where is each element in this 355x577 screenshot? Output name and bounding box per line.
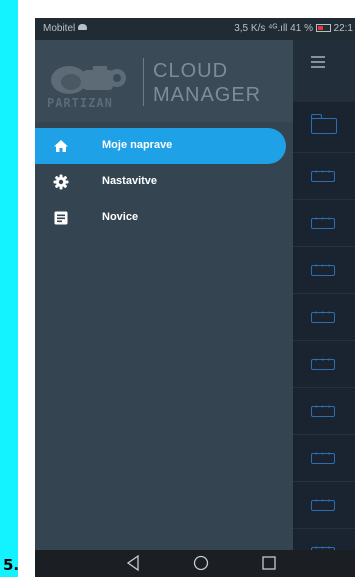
navigation-drawer: PARTIZAN CLOUD MANAGER Moje naprave Nast… bbox=[35, 40, 293, 550]
background-toolbar bbox=[293, 40, 355, 102]
device-icon bbox=[311, 169, 335, 182]
battery-icon bbox=[315, 24, 331, 32]
list-item[interactable] bbox=[293, 106, 355, 153]
device-icon bbox=[311, 310, 335, 323]
list-item[interactable] bbox=[293, 200, 355, 247]
android-nav-bar bbox=[35, 550, 355, 577]
device-icon bbox=[311, 451, 335, 464]
list-item[interactable] bbox=[293, 482, 355, 529]
camera-logo-icon bbox=[51, 66, 126, 94]
status-network-battery: 3,5 K/s ⁴ᴳ.ıll 41 % bbox=[234, 23, 313, 34]
list-item[interactable] bbox=[293, 247, 355, 294]
list-item[interactable] bbox=[293, 341, 355, 388]
step-number-label: 5. bbox=[3, 556, 20, 574]
menu-item-novice[interactable]: Novice bbox=[35, 200, 293, 236]
background-device-list bbox=[293, 106, 355, 576]
device-icon bbox=[311, 498, 335, 511]
list-item[interactable] bbox=[293, 435, 355, 482]
logo-divider bbox=[143, 58, 144, 106]
home-circle-icon[interactable] bbox=[191, 554, 211, 572]
device-icon bbox=[311, 404, 335, 417]
cloud-icon bbox=[78, 24, 88, 30]
status-time: 22:1 bbox=[333, 23, 353, 34]
device-icon bbox=[311, 263, 335, 276]
brand-title-line2: MANAGER bbox=[153, 84, 262, 106]
background-app bbox=[293, 40, 355, 576]
hamburger-menu-icon[interactable] bbox=[311, 56, 325, 71]
menu-item-label: Novice bbox=[102, 211, 139, 223]
logo-wordmark: PARTIZAN bbox=[47, 96, 113, 110]
menu-item-label: Moje naprave bbox=[102, 139, 173, 151]
menu-item-moje-naprave[interactable]: Moje naprave bbox=[35, 128, 286, 164]
partizan-logo: PARTIZAN bbox=[45, 58, 137, 114]
menu-item-nastavitve[interactable]: Nastavitve bbox=[35, 164, 293, 200]
folder-icon bbox=[311, 114, 337, 134]
list-item[interactable] bbox=[293, 388, 355, 435]
menu-item-label: Nastavitve bbox=[102, 175, 158, 187]
list-item[interactable] bbox=[293, 153, 355, 200]
status-bar: Mobitel 3,5 K/s ⁴ᴳ.ıll 41 % 22:1 bbox=[35, 18, 355, 40]
back-icon[interactable] bbox=[123, 554, 143, 572]
news-icon bbox=[54, 211, 68, 225]
status-right: 3,5 K/s ⁴ᴳ.ıll 41 % 22:1 bbox=[234, 23, 353, 34]
home-icon bbox=[54, 140, 68, 152]
device-icon bbox=[311, 216, 335, 229]
gear-icon bbox=[53, 174, 69, 190]
device-icon bbox=[311, 357, 335, 370]
status-carrier: Mobitel bbox=[43, 23, 88, 34]
list-item[interactable] bbox=[293, 294, 355, 341]
phone-screen: Mobitel 3,5 K/s ⁴ᴳ.ıll 41 % 22:1 • • • •… bbox=[35, 18, 355, 577]
recent-apps-icon[interactable] bbox=[259, 554, 279, 572]
drawer-header: PARTIZAN CLOUD MANAGER bbox=[35, 40, 293, 122]
highlight-strip bbox=[0, 0, 18, 577]
brand-title-line1: CLOUD bbox=[153, 60, 229, 82]
drawer-menu: Moje naprave Nastavitve Novice bbox=[35, 128, 293, 236]
